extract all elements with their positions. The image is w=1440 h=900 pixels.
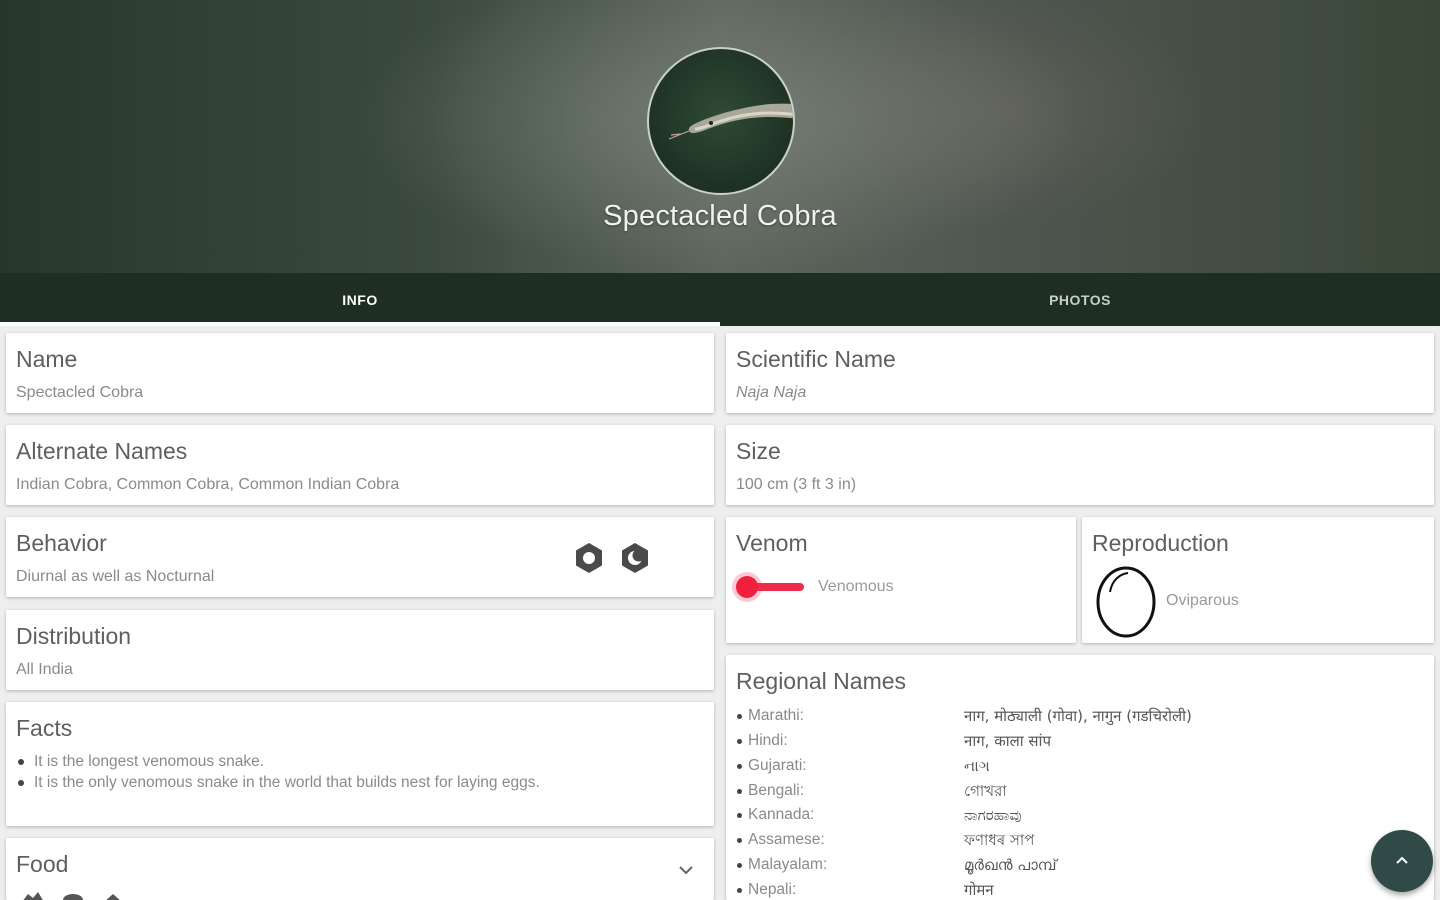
snake-image — [668, 103, 793, 140]
moon-icon — [622, 543, 648, 573]
list-item: Bengali: গোখরা — [736, 779, 1424, 804]
card-title: Name — [16, 346, 78, 372]
list-item: Kannada: ನಾಗರಹಾವು — [736, 803, 1424, 828]
language-label: Bengali: — [736, 779, 964, 804]
language-label: Kannada: — [736, 803, 964, 828]
regional-names-list: Marathi: नाग, मोठ्याली (गोवा), नागुन (गडच… — [736, 704, 1424, 900]
card-title: Alternate Names — [16, 438, 188, 464]
list-item: Malayalam: മൂർഖൻ പാമ്പ് — [736, 853, 1424, 878]
tab-info[interactable]: INFO — [0, 273, 720, 326]
card-value: Indian Cobra, Common Cobra, Common India… — [16, 476, 400, 494]
distribution-card: Distribution All India — [6, 610, 714, 690]
list-item: It is the only venomous snake in the wor… — [16, 772, 704, 793]
tab-photos[interactable]: PHOTOS — [720, 273, 1440, 326]
card-title: Size — [736, 438, 781, 464]
language-label: Malayalam: — [736, 853, 964, 878]
card-value: Naja Naja — [736, 384, 807, 402]
tab-bar: INFO PHOTOS — [0, 273, 1440, 326]
card-title: Venom — [736, 530, 808, 556]
regional-name: નાગ — [964, 756, 990, 775]
behavior-card: Behavior Diurnal as well as Nocturnal — [6, 517, 714, 597]
facts-list: It is the longest venomous snake. It is … — [16, 751, 704, 793]
name-card: Name Spectacled Cobra — [6, 333, 714, 413]
card-title: Scientific Name — [736, 346, 896, 372]
card-value: All India — [16, 661, 73, 679]
card-title: Reproduction — [1092, 530, 1229, 556]
egg-icon — [1096, 566, 1156, 638]
regional-name: नाग, मोठ्याली (गोवा), नागुन (गडचिरोली) — [964, 707, 1192, 726]
toggle-knob[interactable] — [736, 576, 758, 599]
sun-icon — [576, 543, 602, 573]
list-item: Gujarati: નાગ — [736, 754, 1424, 779]
regional-name: नाग, काला सांप — [964, 732, 1051, 751]
language-label: Marathi: — [736, 704, 964, 729]
language-label: Gujarati: — [736, 754, 964, 779]
language-label: Nepali: — [736, 878, 964, 900]
card-title: Food — [16, 851, 69, 877]
language-label: Hindi: — [736, 729, 964, 754]
scroll-to-top-button[interactable] — [1371, 830, 1433, 892]
venom-card: Venom Venomous — [726, 517, 1076, 643]
frog-icon — [106, 894, 120, 900]
rodent-icon — [63, 894, 83, 900]
chevron-up-icon — [1396, 856, 1408, 864]
list-item: Hindi: नाग, काला सांप — [736, 729, 1424, 754]
bird-icon — [23, 892, 43, 900]
regional-name: ನಾಗರಹಾವು — [964, 806, 1022, 825]
regional-names-card: Regional Names Marathi: नाग, मोठ्याली (गो… — [726, 655, 1434, 900]
list-item: It is the longest venomous snake. — [16, 751, 704, 772]
scientific-name-card: Scientific Name Naja Naja — [726, 333, 1434, 413]
regional-name: গোখরা — [964, 781, 1007, 800]
reproduction-card: Reproduction Oviparous — [1082, 517, 1434, 643]
list-item: Assamese: ফণাধৰ সাপ — [736, 828, 1424, 853]
alternate-names-card: Alternate Names Indian Cobra, Common Cob… — [6, 425, 714, 505]
list-item: Marathi: नाग, मोठ्याली (गोवा), नागुन (गडच… — [736, 704, 1424, 729]
regional-name: മൂർഖൻ പാമ്പ് — [964, 856, 1057, 875]
card-value: Spectacled Cobra — [16, 384, 144, 402]
chevron-down-icon[interactable] — [676, 860, 696, 880]
size-card: Size 100 cm (3 ft 3 in) — [726, 425, 1434, 505]
snake-avatar — [647, 47, 795, 195]
card-value: 100 cm (3 ft 3 in) — [736, 476, 857, 494]
card-title: Facts — [16, 715, 73, 741]
reproduction-value: Oviparous — [1166, 592, 1239, 610]
hero-header: Spectacled Cobra — [0, 0, 1440, 273]
food-card[interactable]: Food — [6, 838, 714, 900]
list-item: Nepali: गोमन — [736, 878, 1424, 900]
page-title: Spectacled Cobra — [603, 200, 837, 232]
facts-card: Facts It is the longest venomous snake. … — [6, 702, 714, 826]
card-title: Regional Names — [736, 668, 907, 694]
card-title: Distribution — [16, 623, 132, 649]
venom-toggle[interactable] — [736, 576, 804, 599]
language-label: Assamese: — [736, 828, 964, 853]
venom-value: Venomous — [818, 578, 894, 596]
regional-name: ফণাধৰ সাপ — [964, 831, 1035, 850]
regional-name: गोमन — [964, 880, 994, 899]
